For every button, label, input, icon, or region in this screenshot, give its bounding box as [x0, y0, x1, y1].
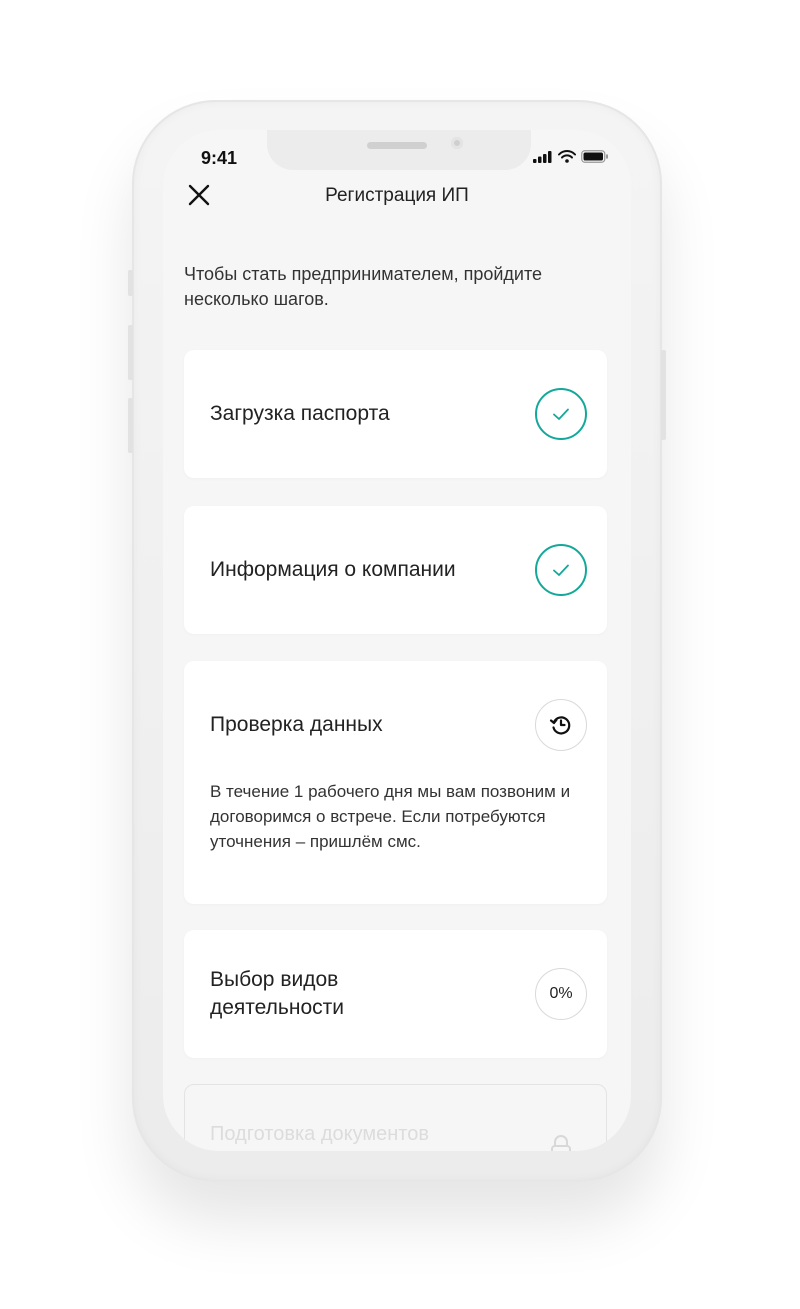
step-card-company-info[interactable]: Информация о компании: [184, 506, 607, 634]
volume-down-button: [128, 398, 133, 453]
step-card-passport[interactable]: Загрузка паспорта: [184, 350, 607, 478]
check-icon: [553, 408, 569, 420]
power-button: [661, 350, 666, 440]
progress-percent: 0%: [549, 985, 573, 1002]
battery-icon: [581, 150, 608, 163]
check-icon: [553, 564, 569, 576]
status-icons: [533, 150, 609, 163]
step-card-data-check[interactable]: Проверка данных В течение 1 рабочего дня…: [184, 661, 607, 904]
step-status-done: [535, 544, 587, 596]
step-description: В течение 1 рабочего дня мы вам позвоним…: [210, 782, 571, 851]
step-title: Выбор видов деятельности: [210, 968, 344, 1019]
volume-up-button: [128, 325, 133, 380]
intro-text: Чтобы стать предпринимателем, пройдите н…: [184, 264, 543, 309]
step-card-activity-types[interactable]: Выбор видов деятельности 0%: [184, 930, 607, 1058]
signal-icon: [533, 150, 552, 163]
device-mockup: 9:41 Регистрация ИП Чтобы стать предприн…: [0, 0, 800, 1309]
navigation-bar: Регистрация ИП: [163, 178, 631, 218]
step-card-documents-locked: Подготовка документов: [184, 1084, 607, 1151]
mute-switch: [128, 270, 133, 296]
notch: [267, 130, 531, 170]
step-title: Подготовка документов: [210, 1123, 429, 1145]
wifi-icon: [558, 150, 576, 163]
app-screen: 9:41 Регистрация ИП Чтобы стать предприн…: [163, 130, 631, 1151]
status-time: 9:41: [201, 148, 238, 168]
step-status-done: [535, 388, 587, 440]
step-status-pending: [535, 699, 587, 751]
step-title: Информация о компании: [210, 558, 456, 581]
history-icon: [549, 716, 571, 735]
front-camera: [451, 137, 463, 149]
step-title: Проверка данных: [210, 713, 383, 736]
lock-icon: [551, 1135, 571, 1151]
page-title: Регистрация ИП: [325, 185, 469, 206]
step-progress-indicator: 0%: [535, 968, 587, 1020]
speaker: [367, 142, 427, 149]
step-title: Загрузка паспорта: [210, 402, 390, 425]
